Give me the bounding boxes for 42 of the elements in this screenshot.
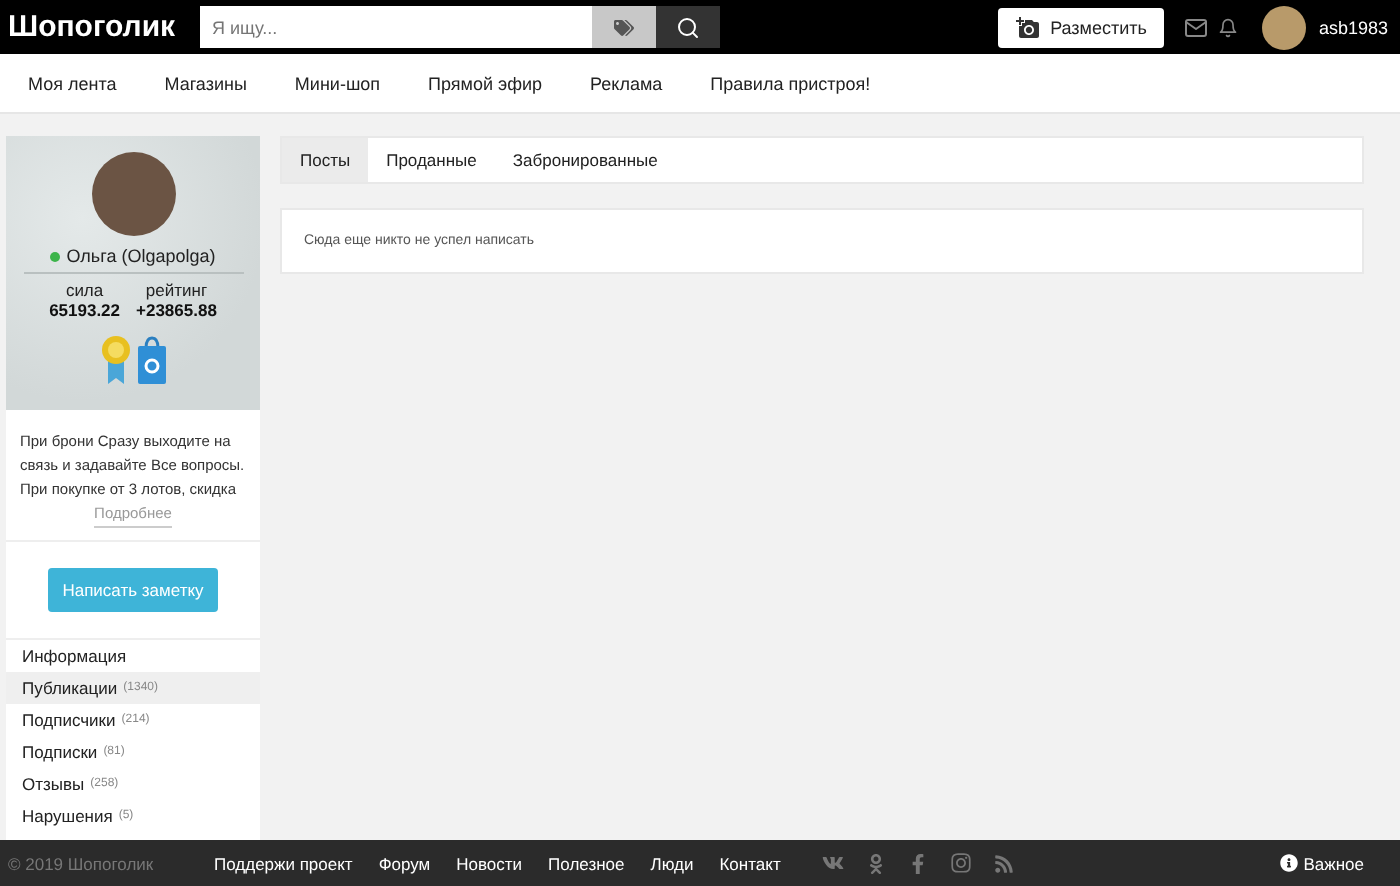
stat-value: +23865.88	[136, 300, 217, 320]
mail-icon[interactable]	[1184, 15, 1209, 39]
profile-name: Ольга (Olgapolga)	[66, 246, 216, 266]
username[interactable]: asb1983	[1318, 17, 1388, 37]
search-field[interactable]: Я ищу...	[200, 6, 592, 48]
info-icon	[1279, 854, 1298, 872]
footer-link[interactable]: Контакт	[719, 853, 781, 873]
photo-placeholder	[91, 152, 175, 236]
search-button[interactable]	[656, 6, 720, 48]
tab[interactable]: Посты	[282, 138, 369, 182]
facebook-icon[interactable]	[908, 853, 929, 873]
nav-link[interactable]: Правила пристроя!	[710, 73, 871, 93]
bell-icon[interactable]	[1218, 17, 1239, 37]
tags-button[interactable]	[592, 6, 656, 48]
odnoklassniki-icon[interactable]	[866, 853, 887, 873]
nav-link[interactable]: Моя лента	[28, 73, 117, 93]
camera-add-icon	[1016, 15, 1041, 39]
footer-link[interactable]: Поддержи проект	[214, 853, 353, 873]
site-logo[interactable]: Шопоголик	[8, 10, 200, 44]
footer-link[interactable]: Полезное	[548, 853, 625, 873]
footer-link[interactable]: Форум	[378, 853, 431, 873]
footer-link[interactable]: Новости	[456, 853, 523, 873]
stat-value: 65193.22	[49, 300, 121, 320]
post-button[interactable]: Разместить	[998, 7, 1165, 47]
nav-link[interactable]: Прямой эфир	[428, 73, 543, 93]
instagram-icon[interactable]	[950, 852, 973, 874]
copyright: © 2019 Шопоголик	[8, 853, 156, 873]
medal-icon	[101, 336, 129, 384]
user-avatar[interactable]	[1262, 5, 1307, 49]
vk-icon[interactable]	[822, 852, 845, 874]
footer-link[interactable]: Люди	[650, 853, 694, 873]
search-icon	[676, 15, 700, 39]
tags-icon	[614, 17, 634, 37]
shopping-bag-icon	[137, 336, 165, 384]
rss-icon[interactable]	[994, 853, 1015, 873]
nav-link[interactable]: Реклама	[590, 73, 663, 93]
nav-link[interactable]: Мини-шоп	[294, 73, 381, 93]
stat-label: сила	[65, 280, 104, 300]
important-link[interactable]: Важное	[1279, 853, 1364, 873]
stat-label: рейтинг	[145, 280, 208, 300]
profile-menu-item[interactable]: Информация	[6, 640, 260, 672]
nav-link[interactable]: Магазины	[164, 73, 247, 93]
